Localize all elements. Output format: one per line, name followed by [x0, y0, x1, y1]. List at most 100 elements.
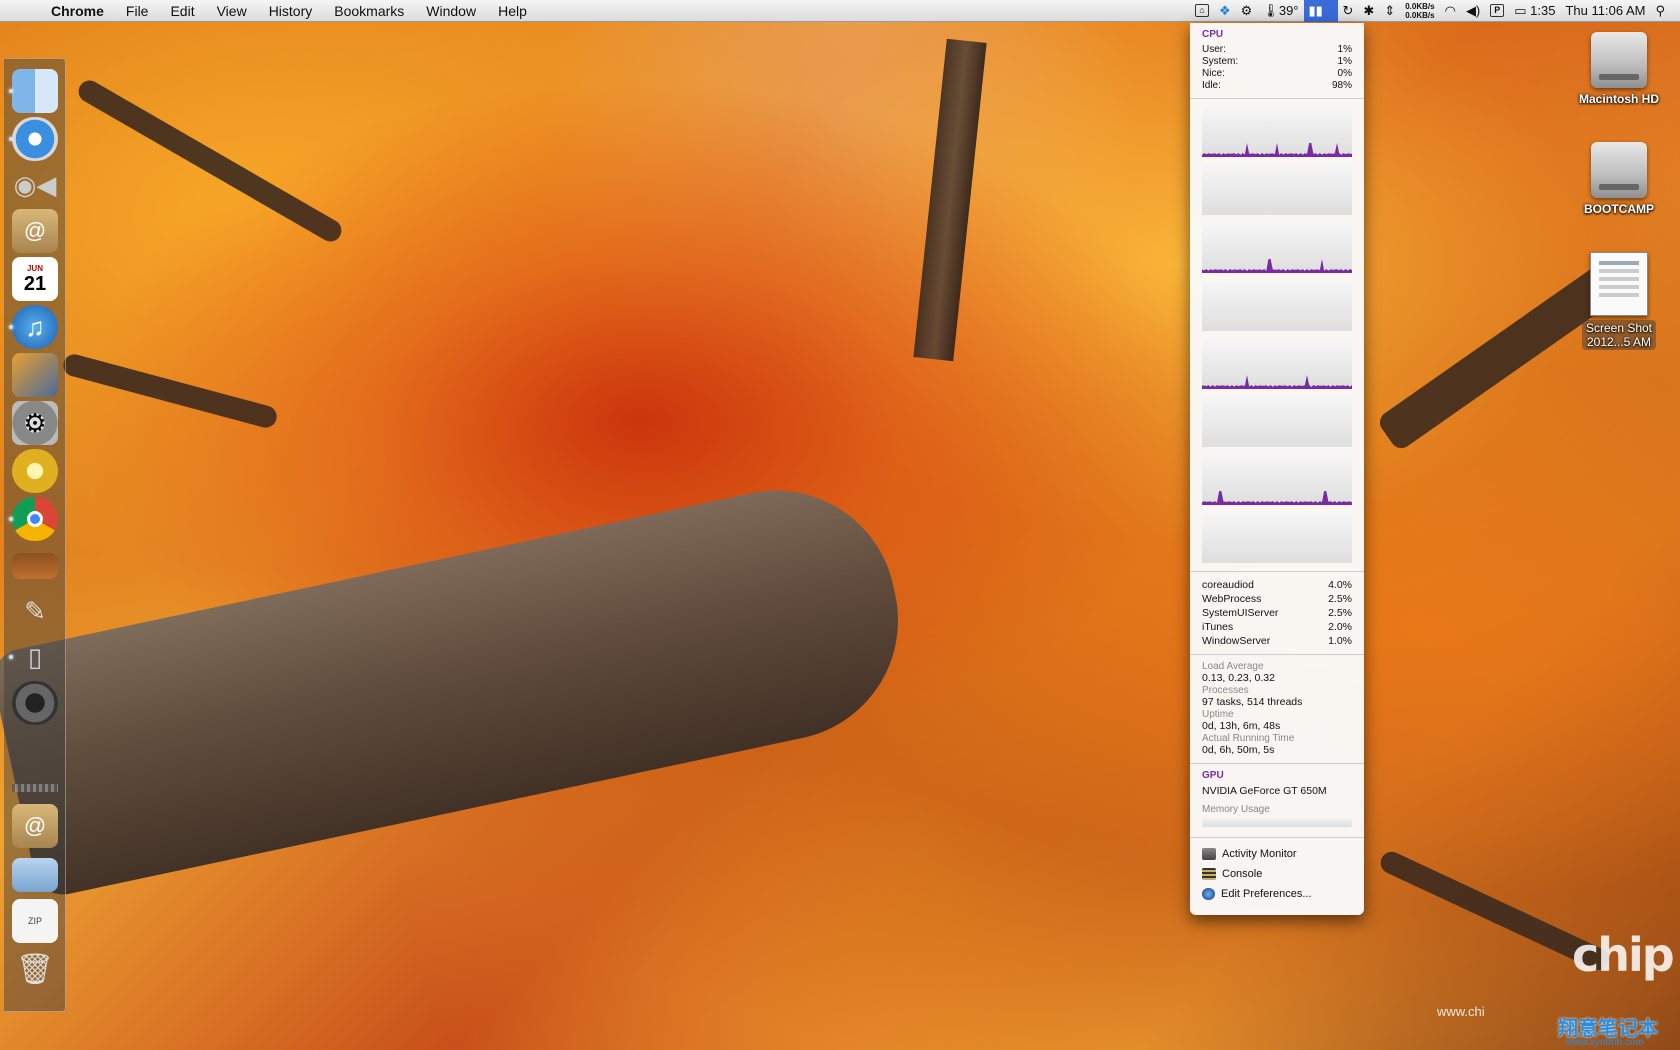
calendar-icon[interactable]: JUN 21 [12, 257, 58, 301]
safari-icon[interactable] [9, 117, 58, 161]
cpu-core-graphs [1202, 107, 1352, 563]
chrome-icon[interactable] [9, 497, 58, 541]
desktop-icon-label: Screen Shot 2012...5 AM [1581, 320, 1657, 350]
hard-drive-icon [1591, 32, 1647, 88]
menu-help[interactable]: Help [487, 3, 538, 19]
stat-label: Idle: [1202, 80, 1221, 91]
process-row: iTunes 2.0% [1202, 620, 1352, 634]
spotlight-icon[interactable]: ⚲ [1650, 0, 1670, 22]
aperture-icon[interactable] [12, 449, 58, 493]
load-average-label: Load Average [1202, 661, 1264, 672]
temperature-icon[interactable]: 🌡 39° [1257, 0, 1303, 22]
stat-label: Nice: [1202, 68, 1225, 79]
process-name: WindowServer [1202, 635, 1271, 647]
console-icon [1202, 868, 1216, 880]
bluetooth-icon[interactable]: ✱ [1358, 0, 1379, 22]
menu-view[interactable]: View [206, 3, 258, 19]
desktop-icon-screenshot[interactable]: Screen Shot 2012...5 AM [1569, 252, 1669, 351]
menu-item-label: Activity Monitor [1222, 848, 1297, 860]
menu-item-label: Console [1222, 868, 1263, 880]
desktop-icon-bootcamp[interactable]: BOOTCAMP [1569, 142, 1669, 218]
menu-edit[interactable]: Edit [159, 3, 205, 19]
calendar-month: JUN [26, 263, 43, 273]
separator [1190, 98, 1364, 99]
menu-history[interactable]: History [258, 3, 324, 19]
load-average-value: 0.13, 0.23, 0.32 [1202, 672, 1275, 684]
stat-label: System: [1202, 56, 1239, 67]
photo-booth-icon[interactable] [12, 681, 58, 725]
process-row: SystemUIServer 2.5% [1202, 606, 1352, 620]
cpu-stat-row: User: 1% [1202, 44, 1352, 56]
wallpaper-branch [74, 76, 346, 246]
volume-icon[interactable]: ◀) [1461, 0, 1485, 22]
menu-item-console[interactable]: Console [1202, 864, 1352, 884]
running-indicator [9, 325, 13, 329]
wallpaper-trunk [0, 468, 921, 900]
cpu-core-graph [1202, 223, 1352, 273]
globe-icon [1202, 888, 1215, 900]
running-indicator [9, 517, 13, 521]
folder-icon[interactable] [12, 858, 58, 892]
menu-file[interactable]: File [115, 3, 160, 19]
sync-icon[interactable]: ⇕ [1379, 0, 1400, 22]
trash-icon[interactable]: 🗑 [12, 947, 58, 991]
menu-bookmarks[interactable]: Bookmarks [323, 3, 415, 19]
dropbox-icon[interactable]: ❖ [1214, 0, 1236, 22]
desktop-icon-label: BOOTCAMP [1584, 202, 1654, 216]
facetime-icon[interactable]: ◉◀ [12, 163, 58, 207]
cpu-stat-row: System: 1% [1202, 56, 1352, 68]
menu-window[interactable]: Window [415, 3, 487, 19]
cpu-section-title: CPU [1202, 29, 1224, 40]
xynbnb-watermark-url: www.xynbnb.com [1566, 1037, 1644, 1048]
temperature-value: 39° [1278, 3, 1299, 18]
preview-icon[interactable]: ✎ [12, 589, 58, 633]
battery-time: 1:35 [1530, 3, 1556, 18]
desktop-icon-label: Macintosh HD [1578, 92, 1659, 106]
activity-monitor-icon [1202, 848, 1216, 860]
desktop-icon-macintosh-hd[interactable]: Macintosh HD [1569, 32, 1669, 108]
boxer-icon[interactable]: ⚙ [1236, 0, 1258, 22]
stat-value: 98% [1331, 80, 1352, 91]
contacts-icon[interactable]: @ [12, 209, 58, 253]
running-indicator [9, 137, 13, 141]
running-time-value: 0d, 6h, 50m, 5s [1202, 744, 1275, 756]
cpu-core-graph [1202, 281, 1352, 331]
menu-extras: ⌂ ❖ ⚙ 🌡 39° ▮▮ ↻ ✱ ⇕ 0.0KB/s 0.0KB/s ◠ ◀)… [1190, 0, 1680, 22]
chiphell-watermark-logo: chip [1572, 928, 1675, 982]
cpu-core-graph [1202, 513, 1352, 563]
archive-icon[interactable]: ZIP [12, 899, 58, 943]
wifi-icon[interactable]: ◠ [1440, 0, 1461, 22]
stat-value: 0% [1337, 68, 1352, 79]
hard-drive-icon [1591, 142, 1647, 198]
gpu-section-title: GPU [1202, 770, 1224, 781]
airdisplay-icon[interactable]: ⌂ [1190, 0, 1214, 22]
iphoto-icon[interactable] [12, 353, 58, 397]
process-cpu: 4.0% [1328, 579, 1352, 591]
menu-item-activity-monitor[interactable]: Activity Monitor [1202, 844, 1352, 864]
separator [1190, 571, 1364, 572]
itunes-icon[interactable]: ♫ [9, 305, 58, 349]
running-indicator [9, 655, 13, 659]
time-machine-icon[interactable]: ↻ [1338, 0, 1359, 22]
remote-icon[interactable]: ▯ [9, 635, 58, 679]
app-menu[interactable]: Chrome [40, 3, 115, 19]
process-cpu: 1.0% [1328, 635, 1352, 647]
book-icon[interactable] [12, 553, 58, 579]
finder-icon[interactable] [9, 69, 58, 113]
battery-icon[interactable]: ▭ 1:35 [1509, 0, 1560, 22]
cpu-stat-row: Idle: 98% [1202, 80, 1352, 92]
menu-item-edit-preferences[interactable]: Edit Preferences... [1202, 884, 1352, 904]
process-cpu: 2.5% [1328, 593, 1352, 605]
wallpaper-trunk-upper [913, 38, 987, 362]
network-speed[interactable]: 0.0KB/s 0.0KB/s [1400, 0, 1439, 22]
stat-value: 1% [1337, 44, 1352, 55]
system-preferences-icon[interactable]: ⚙ [12, 401, 58, 445]
input-method-icon[interactable]: P [1485, 0, 1509, 22]
clock[interactable]: Thu 11:06 AM [1560, 0, 1650, 22]
processes-value: 97 tasks, 514 threads [1202, 696, 1303, 708]
process-row: coreaudiod 4.0% [1202, 578, 1352, 592]
dock: ◉◀ @ JUN 21 ♫ ⚙ ✎ ▯ @ ZIP 🗑 [4, 58, 66, 1012]
cpu-monitor-icon[interactable]: ▮▮ [1303, 0, 1338, 22]
cpu-core-graph [1202, 455, 1352, 505]
mail-icon[interactable]: @ [12, 804, 58, 848]
